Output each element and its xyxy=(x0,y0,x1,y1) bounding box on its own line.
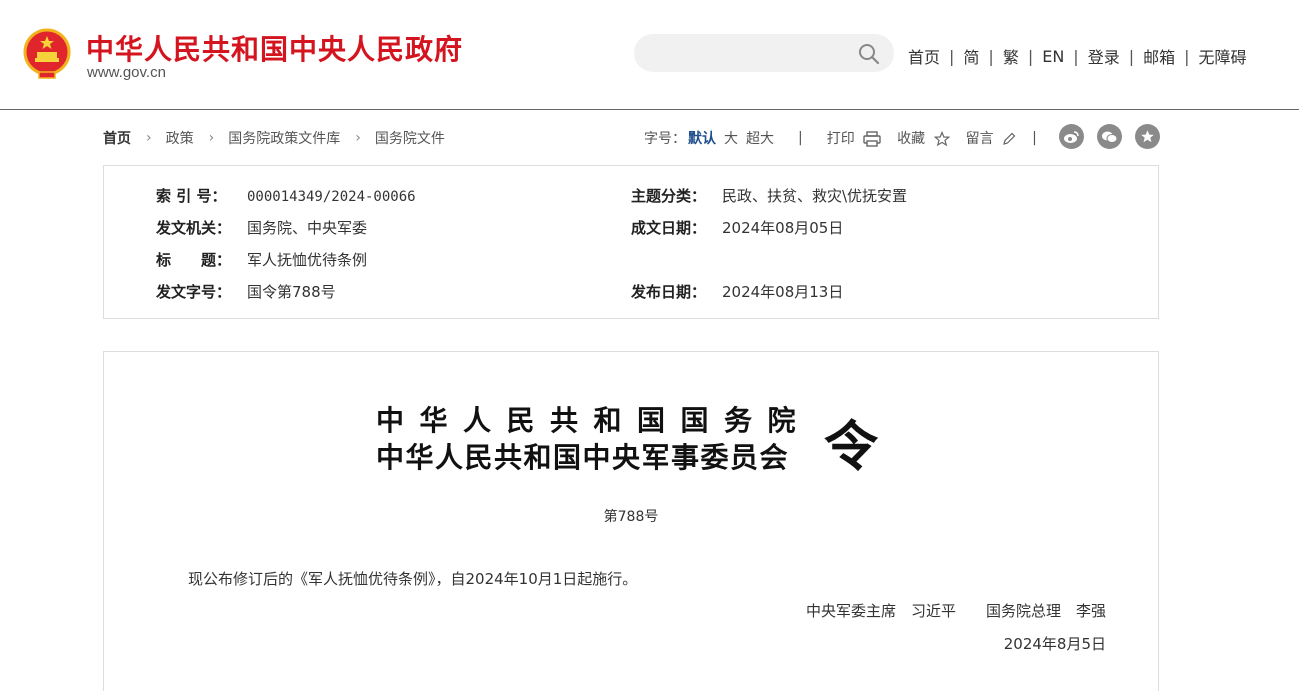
nav-accessibility-link[interactable]: 无障碍 xyxy=(1199,44,1247,68)
site-title[interactable]: 中华人民共和国中央人民政府 xyxy=(86,28,463,68)
info-created-row: 成文日期： 2024年08月05日 xyxy=(631,217,843,238)
nav-mail-link[interactable]: 邮箱 xyxy=(1143,44,1175,68)
info-created-label: 成文日期： xyxy=(631,219,707,237)
info-published-value: 2024年08月13日 xyxy=(722,283,844,301)
font-size-default[interactable]: 默认 xyxy=(688,128,716,148)
article-tools: 字号： 默认 大 超大 | 打印 收藏 留言 | xyxy=(644,128,1061,148)
nav-separator: | xyxy=(988,46,994,66)
font-size-extra-large[interactable]: 超大 xyxy=(746,128,774,148)
nav-separator: | xyxy=(1073,46,1079,66)
info-published-row: 发布日期： 2024年08月13日 xyxy=(631,281,843,302)
wechat-share-icon[interactable] xyxy=(1097,124,1122,149)
nav-english-link[interactable]: EN xyxy=(1042,47,1064,66)
nav-separator: | xyxy=(1184,46,1190,66)
search-icon[interactable] xyxy=(858,43,880,65)
info-issuer-label: 发文机关： xyxy=(156,219,232,237)
favorite-button[interactable]: 收藏 xyxy=(897,128,950,148)
comment-button[interactable]: 留言 xyxy=(966,128,1016,148)
info-index-value: 000014349/2024-00066 xyxy=(247,189,416,205)
nav-login-link[interactable]: 登录 xyxy=(1088,44,1120,68)
breadcrumb-home[interactable]: 首页 xyxy=(103,128,131,148)
nav-simplified-link[interactable]: 简 xyxy=(963,44,979,68)
info-topic-label: 主题分类： xyxy=(631,187,707,205)
pencil-icon xyxy=(1003,132,1016,145)
document-content: 中华人民共和国国务院 中华人民共和国中央军事委员会 令 第788号 现公布修订后… xyxy=(103,351,1159,691)
site-url[interactable]: www.gov.cn xyxy=(87,64,166,81)
info-topic-row: 主题分类： 民政、扶贫、救灾\优抚安置 xyxy=(631,185,907,206)
printer-icon xyxy=(863,131,881,147)
info-doc-no-row: 发文字号： 国令第788号 xyxy=(156,281,336,302)
font-size-label: 字号： xyxy=(644,131,686,147)
chevron-right-icon: › xyxy=(355,130,361,146)
font-size-large[interactable]: 大 xyxy=(724,128,738,148)
info-title-value: 军人抚恤优待条例 xyxy=(247,251,368,269)
nav-separator: | xyxy=(1128,46,1135,66)
site-header: 中华人民共和国中央人民政府 www.gov.cn 首页 | 简 | 繁 | EN… xyxy=(0,0,1299,110)
chevron-right-icon: › xyxy=(208,130,215,146)
search-box[interactable] xyxy=(634,34,894,72)
national-emblem-icon[interactable] xyxy=(22,28,72,80)
info-topic-value: 民政、扶贫、救灾\优抚安置 xyxy=(722,187,908,205)
tools-separator: | xyxy=(798,130,803,146)
comment-label: 留言 xyxy=(965,131,994,147)
weibo-share-icon[interactable] xyxy=(1059,124,1084,149)
tools-separator: | xyxy=(1032,130,1037,146)
favorite-label: 收藏 xyxy=(897,131,926,147)
breadcrumb-policy[interactable]: 政策 xyxy=(166,128,194,148)
info-issuer-value: 国务院、中央军委 xyxy=(247,219,368,237)
info-doc-no-value: 国令第788号 xyxy=(247,283,336,301)
issuer-central-military-commission: 中华人民共和国中央军事委员会 xyxy=(376,441,790,474)
breadcrumb-policy-library[interactable]: 国务院政策文件库 xyxy=(228,128,340,148)
breadcrumb: 首页 › 政策 › 国务院政策文件库 › 国务院文件 xyxy=(103,128,445,148)
issuer-state-council: 中华人民共和国国务院 xyxy=(376,404,812,437)
order-character: 令 xyxy=(824,414,878,478)
document-body: 现公布修订后的《军人抚恤优待条例》，自2024年10月1日起施行。 xyxy=(188,570,638,588)
chevron-right-icon: › xyxy=(146,130,152,146)
nav-traditional-link[interactable]: 繁 xyxy=(1003,44,1019,68)
info-created-value: 2024年08月05日 xyxy=(722,219,844,237)
document-info-box: 索 引 号： 000014349/2024-00066 主题分类： 民政、扶贫、救灾… xyxy=(103,165,1159,319)
document-date: 2024年8月5日 xyxy=(1003,635,1106,653)
info-index-label: 索 引 号： xyxy=(156,187,227,205)
document-signers: 中央军委主席 习近平 国务院总理 李强 xyxy=(805,602,1106,620)
order-issuers: 中华人民共和国国务院 中华人民共和国中央军事委员会 xyxy=(376,402,811,476)
info-title-label: 标 题： xyxy=(156,251,232,269)
breadcrumb-state-council-docs[interactable]: 国务院文件 xyxy=(375,128,445,148)
info-title-row: 标 题： 军人抚恤优待条例 xyxy=(156,249,367,270)
nav-separator: | xyxy=(949,46,955,66)
info-index-row: 索 引 号： 000014349/2024-00066 xyxy=(156,185,416,206)
print-button[interactable]: 打印 xyxy=(827,128,881,148)
info-issuer-row: 发文机关： 国务院、中央军委 xyxy=(156,217,367,238)
nav-separator: | xyxy=(1027,46,1034,66)
info-published-label: 发布日期： xyxy=(631,283,707,301)
favorite-share-icon[interactable] xyxy=(1135,124,1160,149)
order-number: 第788号 xyxy=(603,509,659,525)
search-input[interactable] xyxy=(650,42,850,64)
top-nav: 首页 | 简 | 繁 | EN | 登录 | 邮箱 | 无障碍 xyxy=(908,44,1247,68)
star-outline-icon xyxy=(933,131,950,147)
info-doc-no-label: 发文字号： xyxy=(156,283,232,301)
nav-home-link[interactable]: 首页 xyxy=(908,44,940,68)
print-label: 打印 xyxy=(826,131,855,147)
